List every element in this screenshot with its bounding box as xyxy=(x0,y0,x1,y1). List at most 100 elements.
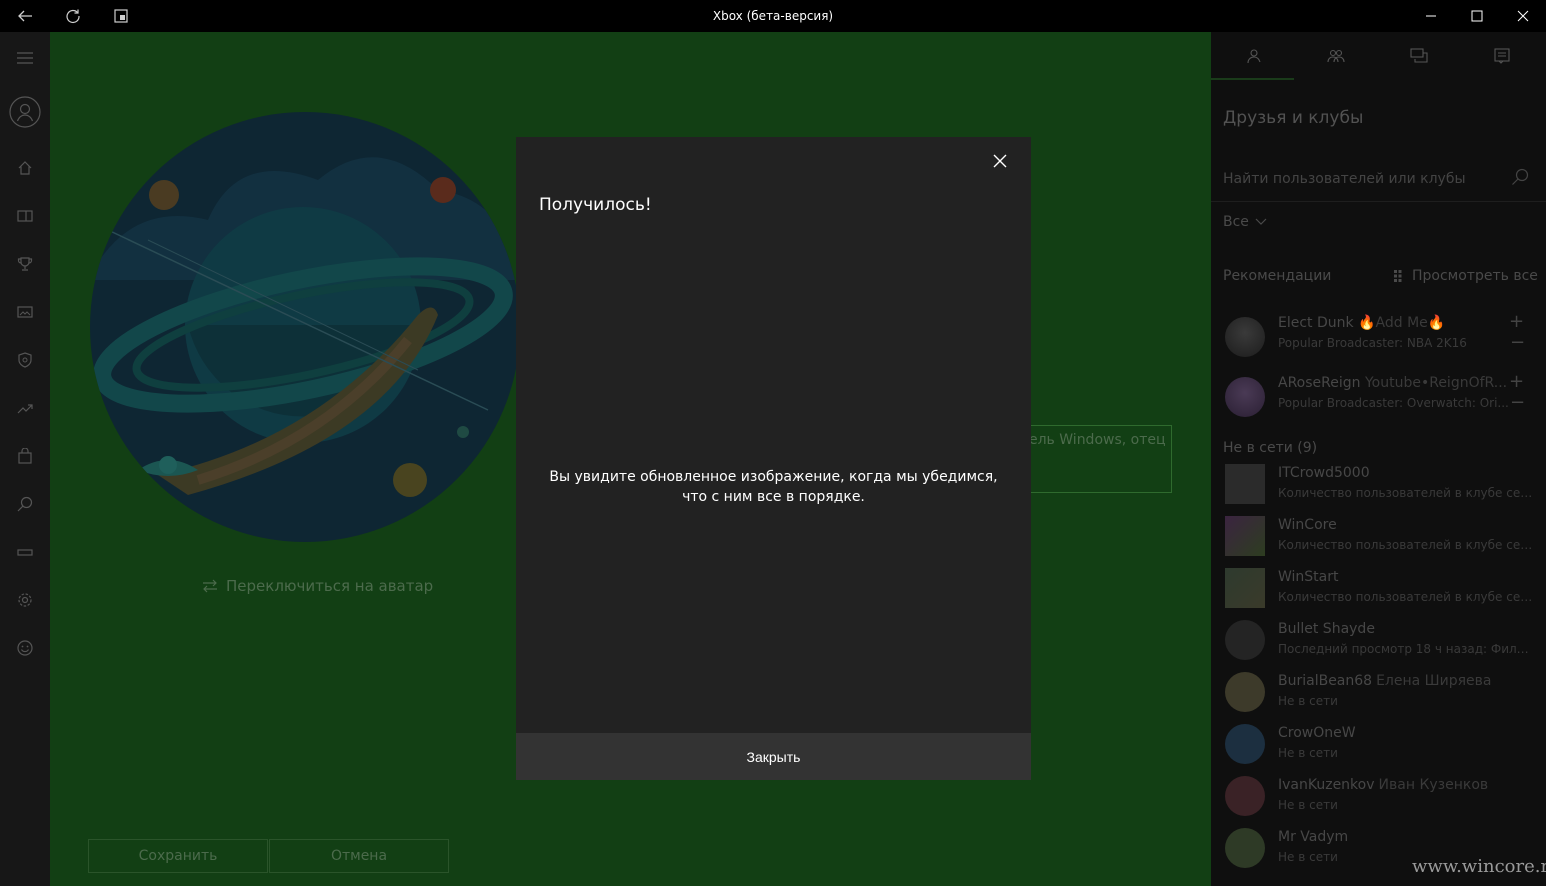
search-icon[interactable] xyxy=(1511,168,1529,186)
nav-trending[interactable] xyxy=(0,388,50,428)
tab-party[interactable] xyxy=(1294,32,1377,80)
friend-status: Не в сети xyxy=(1278,746,1338,760)
friend-name: BurialBean68 Елена Ширяева xyxy=(1278,673,1492,689)
nav-clubs[interactable] xyxy=(0,340,50,380)
close-window-button[interactable] xyxy=(1500,0,1546,32)
avatar xyxy=(1225,776,1265,816)
success-dialog: Получилось! Вы увидите обновленное изобр… xyxy=(516,137,1031,780)
friend-item[interactable]: Bullet Shayde Последний просмотр 18 ч на… xyxy=(1223,618,1543,668)
avatar xyxy=(1225,317,1265,357)
friend-item[interactable]: IvanKuzenkov Иван Кузенков Не в сети xyxy=(1223,774,1543,824)
cancel-button[interactable]: Отмена xyxy=(269,839,449,873)
friend-item[interactable]: BurialBean68 Елена Ширяева Не в сети xyxy=(1223,670,1543,720)
nav-my-games[interactable] xyxy=(0,196,50,236)
view-all-label: Просмотреть все xyxy=(1412,268,1538,284)
search-input[interactable] xyxy=(1223,168,1503,190)
nav-game-dvr[interactable] xyxy=(0,292,50,332)
switch-to-avatar-link[interactable]: Переключиться на аватар xyxy=(202,577,433,595)
dialog-close-button[interactable] xyxy=(988,149,1012,173)
friend-name: CrowOneW xyxy=(1278,725,1356,741)
watermark: www.wincore.ru xyxy=(1412,856,1546,877)
friend-name: ITCrowd5000 xyxy=(1278,465,1370,481)
home-icon xyxy=(18,161,32,175)
friend-item[interactable]: WinCore Количество пользователей в клубе… xyxy=(1223,514,1543,564)
profile-avatar-icon xyxy=(9,96,41,128)
recommendation-subtitle: Popular Broadcaster: NBA 2K16 xyxy=(1278,336,1467,350)
friend-status: Количество пользователей в клубе сейч... xyxy=(1278,538,1533,552)
recommendations-heading: Рекомендации xyxy=(1223,268,1332,284)
recommendation-item[interactable]: Elect Dunk 🔥Add Me🔥 Popular Broadcaster:… xyxy=(1223,311,1543,365)
recommendation-item[interactable]: ARoseReign Youtube•ReignOfR... Popular B… xyxy=(1223,371,1543,425)
messages-icon xyxy=(1409,48,1428,63)
maximize-button[interactable] xyxy=(1454,0,1500,32)
friend-item[interactable]: WinStart Количество пользователей в клуб… xyxy=(1223,566,1543,616)
avatar xyxy=(1225,516,1265,556)
captures-icon xyxy=(17,306,33,318)
nav-achievements[interactable] xyxy=(0,244,50,284)
nav-search[interactable] xyxy=(0,484,50,524)
dismiss-button[interactable]: − xyxy=(1510,332,1525,353)
shopping-bag-icon xyxy=(18,448,32,464)
friend-name: Mr Vadym xyxy=(1278,829,1348,845)
profile-button[interactable] xyxy=(0,92,50,132)
panel-title: Друзья и клубы xyxy=(1223,108,1364,128)
switch-avatar-label: Переключиться на аватар xyxy=(226,577,434,595)
gamertag: WinCore xyxy=(1278,517,1337,533)
add-friend-button[interactable]: + xyxy=(1509,371,1524,392)
nav-store[interactable] xyxy=(0,436,50,476)
tab-friends[interactable] xyxy=(1211,32,1294,80)
save-button[interactable]: Сохранить xyxy=(88,839,268,873)
close-icon xyxy=(993,154,1007,168)
hamburger-menu-button[interactable] xyxy=(0,38,50,78)
recommendation-name: Elect Dunk 🔥Add Me🔥 xyxy=(1278,315,1445,331)
friend-name: IvanKuzenkov Иван Кузенков xyxy=(1278,777,1488,793)
friend-status: Не в сети xyxy=(1278,694,1338,708)
dialog-confirm-button[interactable]: Закрыть xyxy=(516,733,1031,780)
friend-name: Bullet Shayde xyxy=(1278,621,1375,637)
tab-activity[interactable] xyxy=(1460,32,1543,80)
left-navigation-rail xyxy=(0,32,50,886)
maximize-icon xyxy=(1471,10,1483,22)
view-all-link[interactable]: Просмотреть все xyxy=(1394,268,1538,284)
dismiss-button[interactable]: − xyxy=(1510,392,1525,413)
search-box xyxy=(1211,158,1546,202)
avatar xyxy=(1225,568,1265,608)
friend-status: Количество пользователей в клубе сейч... xyxy=(1278,590,1533,604)
tab-messages[interactable] xyxy=(1377,32,1460,80)
friends-panel: Друзья и клубы Все Рекомендации Просмотр… xyxy=(1211,32,1546,886)
dialog-message: Вы увидите обновленное изображение, когд… xyxy=(549,469,998,505)
avatar xyxy=(1225,620,1265,660)
gamertag: Mr Vadym xyxy=(1278,829,1349,845)
nav-home[interactable] xyxy=(0,148,50,188)
real-name: 🔥Add Me🔥 xyxy=(1358,315,1446,331)
friend-status: Не в сети xyxy=(1278,798,1338,812)
friend-item[interactable]: CrowOneW Не в сети xyxy=(1223,722,1543,772)
switch-arrows-icon xyxy=(203,579,217,593)
console-icon xyxy=(17,549,33,556)
gear-icon xyxy=(18,593,32,607)
add-friend-button[interactable]: + xyxy=(1509,311,1524,332)
real-name: Елена Ширяева xyxy=(1376,673,1492,689)
dialog-title: Получилось! xyxy=(539,195,652,215)
gamertag: ITCrowd5000 xyxy=(1278,465,1370,481)
bio-text: ель Windows, отец xyxy=(1029,432,1166,448)
gamertag: CrowOneW xyxy=(1278,725,1356,741)
friend-status: Последний просмотр 18 ч назад: Фильм... xyxy=(1278,642,1533,656)
search-icon xyxy=(17,496,33,512)
real-name: Иван Кузенков xyxy=(1378,777,1489,793)
nav-settings[interactable] xyxy=(0,580,50,620)
smiley-icon xyxy=(17,640,33,656)
nav-connection[interactable] xyxy=(0,532,50,572)
gamertag: Elect Dunk xyxy=(1278,315,1354,331)
window-title: Xbox (бета-версия) xyxy=(712,9,834,23)
real-name: Youtube•ReignOfR... xyxy=(1364,375,1508,391)
minimize-button[interactable] xyxy=(1408,0,1454,32)
shield-icon xyxy=(18,352,32,368)
filter-dropdown[interactable]: Все xyxy=(1223,214,1267,230)
friend-item[interactable]: ITCrowd5000 Количество пользователей в к… xyxy=(1223,462,1543,512)
nav-feedback[interactable] xyxy=(0,628,50,668)
games-library-icon xyxy=(17,210,33,222)
close-icon xyxy=(1517,10,1529,22)
gamertag: Bullet Shayde xyxy=(1278,621,1375,637)
party-icon xyxy=(1326,49,1345,63)
